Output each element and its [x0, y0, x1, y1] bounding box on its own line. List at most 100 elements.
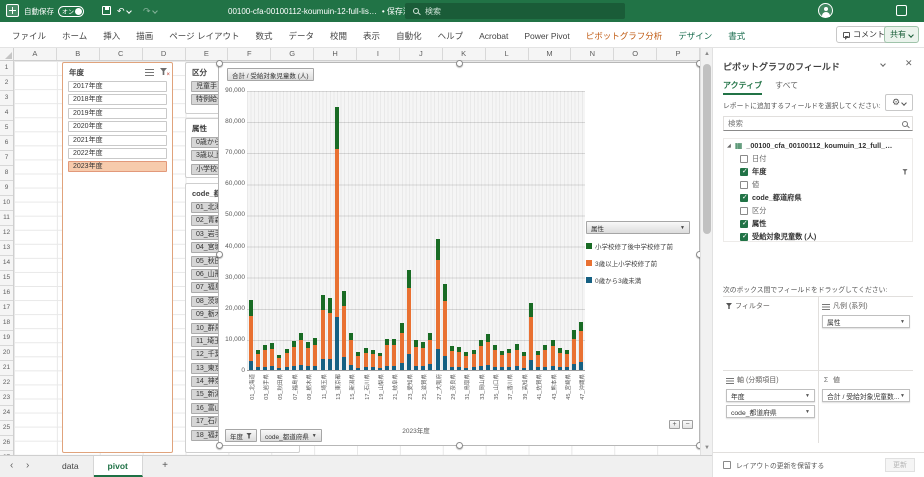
- bar-25_滋賀県[interactable]: [421, 342, 426, 370]
- field-checkbox[interactable]: [740, 167, 748, 176]
- document-title[interactable]: 00100-cfa-00100112-koumuin-12-full-lis… …: [228, 0, 429, 22]
- bar-34_広島県[interactable]: [485, 334, 490, 370]
- bar-15_新潟県[interactable]: [349, 332, 354, 370]
- bar-39_高知県[interactable]: [521, 351, 526, 370]
- ribbon-tab-ページ レイアウト[interactable]: ページ レイアウト: [161, 30, 247, 42]
- ribbon-tab-書式[interactable]: 書式: [720, 30, 753, 42]
- fields-search-box[interactable]: 検索: [723, 116, 913, 131]
- bar-42_長崎県[interactable]: [543, 345, 548, 370]
- column-header-N[interactable]: N: [571, 48, 615, 60]
- row-header-10[interactable]: 10: [0, 196, 13, 211]
- chart-selection-handle[interactable]: [456, 442, 463, 449]
- row-header-26[interactable]: 26: [0, 436, 13, 451]
- slicer-item[interactable]: 2019年度: [68, 107, 167, 119]
- row-header-20[interactable]: 20: [0, 346, 13, 361]
- bar-09_栃木県[interactable]: [306, 342, 311, 370]
- column-header-P[interactable]: P: [657, 48, 700, 60]
- slicer-item[interactable]: 2017年度: [68, 81, 167, 92]
- vertical-scrollbar[interactable]: ▲ ▼: [700, 48, 712, 455]
- bar-01_北海道[interactable]: [248, 300, 253, 370]
- column-header-H[interactable]: H: [314, 48, 357, 60]
- slicer-item[interactable]: 2021年度: [68, 134, 167, 146]
- bar-41_佐賀県[interactable]: [536, 350, 541, 370]
- field-chip-合計 / 受給対象児童数...[interactable]: 合計 / 受給対象児童数... ▼: [822, 389, 910, 402]
- row-header-25[interactable]: 25: [0, 421, 13, 436]
- sheet-tab-data[interactable]: data: [48, 456, 94, 477]
- add-sheet-button[interactable]: +: [158, 459, 172, 473]
- autosave-toggle[interactable]: オン: [58, 5, 84, 17]
- slicer-item[interactable]: 2022年度: [68, 147, 167, 159]
- bar-20_長野県[interactable]: [385, 338, 390, 370]
- bar-14_神奈川県[interactable]: [342, 290, 347, 370]
- field-filter-icon[interactable]: [902, 168, 908, 175]
- column-header-O[interactable]: O: [614, 48, 658, 60]
- row-header-6[interactable]: 6: [0, 136, 13, 151]
- field-checkbox[interactable]: [740, 232, 748, 241]
- bar-11_埼玉県[interactable]: [320, 295, 325, 370]
- pane-tab-すべて[interactable]: すべて: [775, 80, 798, 93]
- row-header-4[interactable]: 4: [0, 106, 13, 121]
- defer-layout-checkbox[interactable]: [723, 461, 731, 469]
- field-row-年度[interactable]: 年度: [724, 165, 912, 178]
- redo-button[interactable]: ↷: [143, 4, 158, 18]
- bar-13_東京都[interactable]: [334, 107, 339, 370]
- bar-18_福井県[interactable]: [370, 350, 375, 370]
- bar-32_島根県[interactable]: [471, 350, 476, 370]
- bar-10_群馬県[interactable]: [313, 337, 318, 370]
- column-header-J[interactable]: J: [400, 48, 443, 60]
- column-header-L[interactable]: L: [486, 48, 529, 60]
- row-header-23[interactable]: 23: [0, 391, 13, 406]
- search-bar[interactable]: 検索: [405, 3, 625, 19]
- ribbon-tab-校閲[interactable]: 校閲: [322, 30, 355, 42]
- ribbon-tab-デザイン[interactable]: デザイン: [670, 30, 720, 42]
- ribbon-display-icon[interactable]: [896, 5, 907, 16]
- field-checkbox[interactable]: [740, 219, 748, 228]
- column-header-M[interactable]: M: [529, 48, 572, 60]
- bar-21_岐阜県[interactable]: [392, 338, 397, 370]
- tools-button[interactable]: ⚙: [885, 94, 913, 111]
- pane-chevron-icon[interactable]: [880, 61, 886, 67]
- field-checkbox[interactable]: [740, 206, 748, 215]
- row-header-7[interactable]: 7: [0, 151, 13, 166]
- bar-44_大分県[interactable]: [557, 348, 562, 370]
- axis-field-button-code_都道府県[interactable]: code_都道府県 ▼: [260, 429, 322, 442]
- row-header-16[interactable]: 16: [0, 286, 13, 301]
- slicer-item[interactable]: 2018年度: [68, 94, 167, 106]
- chart-selection-handle[interactable]: [216, 251, 223, 258]
- bar-46_鹿児島県[interactable]: [572, 330, 577, 370]
- bar-19_山梨県[interactable]: [378, 352, 383, 370]
- bar-33_岡山県[interactable]: [478, 339, 483, 370]
- sheet-tab-pivot[interactable]: pivot: [93, 456, 143, 477]
- row-header-24[interactable]: 24: [0, 406, 13, 421]
- vertical-scroll-thumb[interactable]: [703, 64, 711, 234]
- column-header-K[interactable]: K: [443, 48, 486, 60]
- chart-selection-handle[interactable]: [456, 60, 463, 67]
- bar-30_和歌山県[interactable]: [457, 347, 462, 370]
- bar-26_京都府[interactable]: [428, 332, 433, 370]
- bar-45_宮崎県[interactable]: [565, 349, 570, 370]
- ribbon-tab-ピボットグラフ分析[interactable]: ピボットグラフ分析: [578, 30, 671, 42]
- collapse-button[interactable]: −: [682, 420, 693, 429]
- column-header-B[interactable]: B: [57, 48, 100, 60]
- row-header-15[interactable]: 15: [0, 271, 13, 286]
- row-header-17[interactable]: 17: [0, 301, 13, 316]
- field-chip-年度[interactable]: 年度 ▼: [726, 389, 815, 402]
- ribbon-tab-描画[interactable]: 描画: [128, 30, 161, 42]
- expand-button[interactable]: +: [669, 420, 680, 429]
- field-chip-code_都道府県[interactable]: code_都道府県 ▼: [726, 405, 815, 418]
- field-row-code_都道府県[interactable]: code_都道府県: [724, 191, 912, 204]
- slicer-item[interactable]: 2020年度: [68, 121, 167, 133]
- row-header-22[interactable]: 22: [0, 376, 13, 391]
- pane-close-icon[interactable]: ✕: [905, 58, 913, 69]
- account-avatar[interactable]: [818, 3, 833, 18]
- bar-38_愛媛県[interactable]: [514, 344, 519, 370]
- pane-tab-アクティブ[interactable]: アクティブ: [723, 80, 763, 95]
- sheet-nav-right-icon[interactable]: ›: [26, 460, 29, 471]
- ribbon-tab-表示[interactable]: 表示: [355, 30, 388, 42]
- row-header-21[interactable]: 21: [0, 361, 13, 376]
- expand-caret-icon[interactable]: ◢: [727, 143, 731, 149]
- ribbon-tab-数式[interactable]: 数式: [248, 30, 281, 42]
- row-headers[interactable]: 1 2 3 4 5 6 7 8 9 10 11 12 13 14 15 16 17 18 19 20 21 22 23 24 2…: [0, 61, 14, 476]
- row-header-5[interactable]: 5: [0, 121, 13, 136]
- ribbon-tab-ホーム[interactable]: ホーム: [54, 30, 95, 42]
